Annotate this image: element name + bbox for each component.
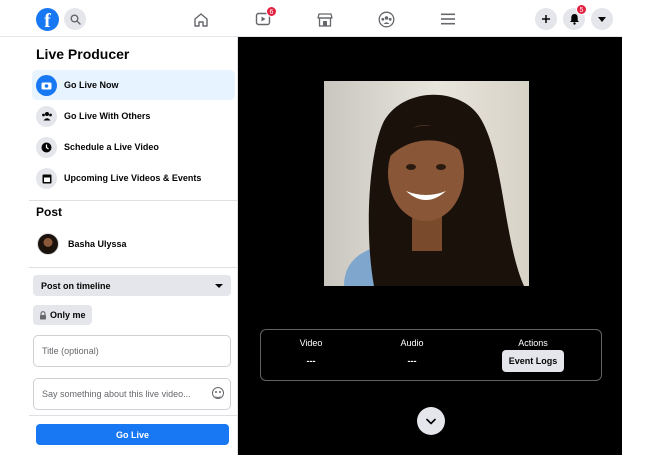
clock-icon bbox=[36, 136, 57, 158]
person-portrait bbox=[344, 94, 524, 286]
caret-down-icon bbox=[215, 283, 223, 288]
bell-icon bbox=[569, 14, 579, 25]
nav-menu[interactable] bbox=[438, 9, 458, 29]
sidebar-item-label: Go Live With Others bbox=[64, 111, 151, 121]
calendar-icon bbox=[36, 167, 57, 189]
groups-icon bbox=[378, 11, 394, 27]
lock-icon bbox=[40, 310, 46, 319]
stream-health-panel: Video --- Audio --- Actions Event Logs bbox=[260, 329, 602, 381]
description-input[interactable] bbox=[33, 378, 231, 410]
caret-down-icon bbox=[598, 16, 606, 22]
sidebar-divider bbox=[29, 200, 238, 201]
video-preview-stage: Video --- Audio --- Actions Event Logs bbox=[238, 37, 622, 455]
profile-name: Basha Ulyssa bbox=[68, 239, 127, 249]
sidebar-item-go-live-with-others[interactable]: Go Live With Others bbox=[32, 101, 235, 131]
sidebar-item-label: Go Live Now bbox=[64, 80, 119, 90]
title-input[interactable] bbox=[33, 335, 231, 367]
sidebar-item-label: Schedule a Live Video bbox=[64, 142, 159, 152]
sidebar-item-go-live-now[interactable]: Go Live Now bbox=[32, 70, 235, 100]
sidebar-item-schedule-live-video[interactable]: Schedule a Live Video bbox=[32, 132, 235, 162]
create-button[interactable] bbox=[535, 8, 557, 30]
account-menu-button[interactable] bbox=[591, 8, 613, 30]
sidebar-divider bbox=[29, 415, 238, 416]
post-location-dropdown[interactable]: Post on timeline bbox=[33, 275, 231, 296]
go-live-button[interactable]: Go Live bbox=[36, 424, 229, 445]
event-logs-button[interactable]: Event Logs bbox=[502, 350, 564, 372]
nav-watch[interactable]: 6 bbox=[253, 6, 277, 29]
scroll-down-button[interactable] bbox=[417, 407, 445, 435]
sidebar-title: Live Producer bbox=[36, 46, 130, 62]
camera-icon bbox=[36, 74, 57, 96]
post-section-title: Post bbox=[36, 205, 63, 219]
emoji-icon[interactable] bbox=[212, 387, 224, 399]
hamburger-menu-icon bbox=[441, 13, 455, 25]
notifications-button[interactable]: 5 bbox=[563, 4, 587, 30]
nav-home[interactable] bbox=[191, 9, 211, 29]
privacy-value: Only me bbox=[50, 310, 86, 320]
post-location-value: Post on timeline bbox=[41, 280, 111, 291]
home-icon bbox=[194, 12, 208, 27]
facebook-logo[interactable]: f bbox=[36, 8, 59, 31]
top-navigation-bar: f 6 5 bbox=[0, 0, 622, 37]
audio-label: Audio bbox=[400, 338, 424, 348]
sidebar-item-upcoming-live-videos[interactable]: Upcoming Live Videos & Events bbox=[32, 163, 235, 193]
live-producer-sidebar: Live Producer Go Live Now Go Live With O… bbox=[29, 37, 238, 455]
privacy-selector[interactable]: Only me bbox=[33, 305, 92, 325]
camera-preview-image bbox=[324, 81, 529, 286]
nav-marketplace[interactable] bbox=[315, 9, 335, 29]
search-button[interactable] bbox=[64, 8, 86, 30]
sidebar-divider bbox=[29, 267, 238, 268]
notifications-badge: 5 bbox=[576, 4, 587, 15]
video-label: Video bbox=[299, 338, 323, 348]
chevron-down-icon bbox=[426, 418, 436, 424]
audio-value: --- bbox=[407, 356, 417, 366]
watch-badge: 6 bbox=[266, 6, 277, 17]
nav-groups[interactable] bbox=[376, 9, 396, 29]
search-icon bbox=[70, 14, 81, 25]
avatar bbox=[37, 233, 59, 255]
group-icon bbox=[36, 105, 57, 127]
profile-row: Basha Ulyssa bbox=[37, 233, 127, 255]
marketplace-icon bbox=[317, 12, 333, 27]
sidebar-item-label: Upcoming Live Videos & Events bbox=[64, 173, 202, 183]
plus-icon bbox=[542, 15, 550, 23]
video-value: --- bbox=[306, 356, 316, 366]
logo-letter: f bbox=[44, 10, 51, 31]
actions-label: Actions bbox=[518, 338, 548, 348]
